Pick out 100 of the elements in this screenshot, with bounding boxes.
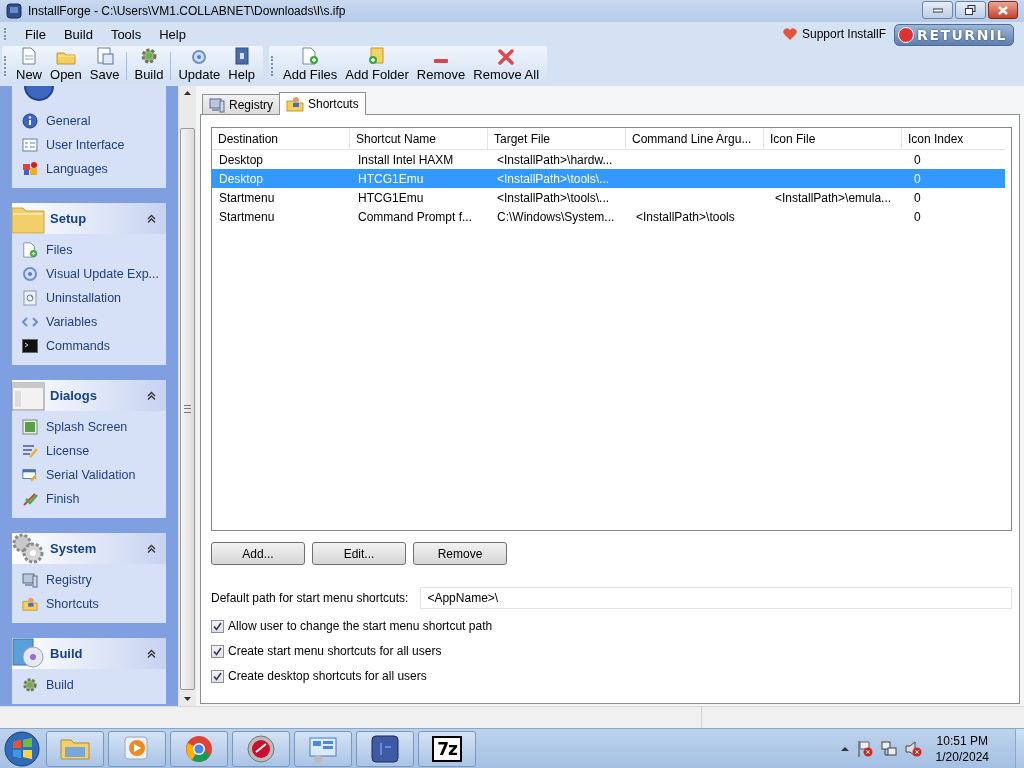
sidebar-item[interactable]: Commands bbox=[12, 334, 166, 358]
close-icon bbox=[998, 5, 1008, 15]
terminal-icon bbox=[22, 339, 38, 353]
gears-icon bbox=[11, 532, 45, 564]
toolbar-button[interactable]: Build bbox=[130, 48, 168, 84]
menu-item[interactable]: File bbox=[16, 26, 55, 42]
sidebar-item[interactable]: Finish bbox=[12, 487, 166, 511]
sidebar-item[interactable]: Visual Update Exp... bbox=[12, 262, 166, 286]
sidebar-item[interactable]: Shortcuts bbox=[12, 592, 166, 616]
show-hidden-icons-icon[interactable] bbox=[839, 744, 850, 753]
checkbox[interactable] bbox=[211, 669, 224, 683]
close-button[interactable] bbox=[988, 1, 1018, 19]
support-link[interactable]: Support InstallF bbox=[801, 27, 886, 41]
table-cell-text: 0 bbox=[913, 171, 922, 186]
toolbar-button[interactable]: Update bbox=[174, 48, 225, 84]
column-header[interactable]: Destination bbox=[212, 128, 350, 149]
taskbar-button[interactable] bbox=[170, 730, 228, 767]
app-icon bbox=[6, 3, 22, 19]
taskbar-button[interactable] bbox=[232, 730, 290, 767]
computer-icon bbox=[22, 572, 38, 588]
sidebar-item[interactable]: Build bbox=[12, 673, 166, 697]
gear-icon bbox=[22, 676, 38, 694]
checkbox[interactable] bbox=[211, 619, 224, 633]
sidebar-item[interactable]: Splash Screen bbox=[12, 415, 166, 439]
column-header[interactable]: Shortcut Name bbox=[350, 128, 488, 149]
checkbox-label: Allow user to change the start menu shortcut path bbox=[228, 619, 493, 633]
computer-icon bbox=[209, 96, 225, 113]
column-header[interactable]: Icon Index bbox=[902, 128, 1024, 149]
sidebar-item[interactable]: Variables bbox=[12, 310, 166, 334]
app-tile-icon bbox=[369, 732, 401, 765]
table-cell-text: Startmenu bbox=[218, 190, 276, 205]
sidebar-item[interactable]: General bbox=[12, 109, 166, 133]
sidebar-item[interactable]: Uninstallation bbox=[12, 286, 166, 310]
menu-item[interactable]: Help bbox=[150, 26, 195, 42]
table-cell-text: Desktop bbox=[218, 152, 265, 167]
toolbar-button[interactable]: Help bbox=[224, 48, 260, 84]
checkmark-icon bbox=[213, 621, 222, 631]
checkbox-label: Create desktop shortcuts for all users bbox=[228, 669, 427, 683]
flag-warning-icon[interactable] bbox=[855, 739, 874, 758]
tab[interactable]: Shortcuts bbox=[279, 92, 366, 115]
scrollbar-thumb[interactable] bbox=[180, 128, 195, 690]
sidebar-item[interactable]: Languages bbox=[12, 157, 166, 181]
restore-button[interactable] bbox=[955, 1, 986, 19]
cross-icon bbox=[498, 49, 515, 65]
gear-icon bbox=[139, 47, 158, 65]
tab[interactable]: Registry bbox=[202, 94, 280, 114]
checkmark-icon bbox=[213, 671, 222, 681]
picture-frame-icon bbox=[22, 419, 38, 435]
disc-icon bbox=[11, 637, 45, 669]
checkbox[interactable] bbox=[211, 644, 224, 658]
check-icon bbox=[22, 491, 38, 507]
toolbar-button[interactable]: New bbox=[12, 48, 46, 84]
table-cell-text: <InstallPath>\emula... bbox=[774, 190, 893, 205]
menu-item[interactable]: Tools bbox=[101, 26, 151, 42]
toolbar-button[interactable]: Open bbox=[46, 48, 86, 84]
sidebar-item[interactable]: License bbox=[12, 439, 166, 463]
table-cell-text: 0 bbox=[913, 190, 922, 205]
user-folder-icon bbox=[286, 96, 304, 112]
clock[interactable]: 10:51 PM 1/20/2024 bbox=[935, 732, 989, 765]
action-button[interactable]: Add... bbox=[211, 542, 305, 565]
sidebar-item[interactable]: Files bbox=[12, 238, 166, 262]
sidebar-item[interactable]: Serial Validation bbox=[12, 463, 166, 487]
group-header[interactable]: Setup bbox=[12, 203, 166, 234]
form-icon bbox=[22, 138, 38, 152]
toolbar-button[interactable]: Add Files bbox=[279, 48, 342, 84]
action-button[interactable]: Edit... bbox=[312, 542, 406, 565]
toolbar-button[interactable]: Save bbox=[85, 48, 124, 84]
table-cell-text: HTCG1Emu bbox=[357, 171, 425, 186]
start-orb-icon[interactable] bbox=[2, 729, 42, 768]
network-icon[interactable] bbox=[879, 739, 898, 758]
input-field[interactable]: <AppName>\ bbox=[420, 587, 1012, 609]
toolbar-button[interactable]: Add Folder bbox=[341, 48, 413, 84]
window-icon bbox=[11, 381, 45, 411]
group-header[interactable]: System bbox=[12, 533, 166, 564]
toolbar-button[interactable]: Remove All bbox=[469, 48, 544, 84]
table-cell-text: <InstallPath>\tools\... bbox=[496, 171, 611, 186]
taskbar-button[interactable]: 7z bbox=[418, 730, 476, 767]
minimize-icon bbox=[932, 7, 943, 13]
sidebar-item[interactable]: Registry bbox=[12, 568, 166, 592]
column-header[interactable]: Command Line Argu... bbox=[626, 128, 764, 149]
action-button[interactable]: Remove bbox=[413, 542, 507, 565]
table-cell-text: Startmenu bbox=[218, 209, 276, 224]
table-cell-text: 0 bbox=[913, 209, 922, 224]
checkmark-icon bbox=[213, 646, 222, 656]
table-cell-text: <InstallPath>\tools\... bbox=[496, 190, 611, 205]
add-file-icon bbox=[301, 47, 320, 65]
toolbar-button[interactable]: Remove bbox=[412, 48, 470, 84]
speaker-muted-icon[interactable] bbox=[903, 739, 922, 758]
taskbar-button[interactable] bbox=[356, 730, 414, 767]
sidebar-item[interactable]: User Interface bbox=[12, 133, 166, 157]
update-icon bbox=[22, 266, 38, 282]
disc-icon bbox=[245, 732, 277, 765]
column-header[interactable]: Icon File bbox=[764, 128, 902, 149]
column-header[interactable]: Target File bbox=[488, 128, 626, 149]
group-header[interactable]: Build bbox=[12, 638, 166, 669]
uninstall-icon bbox=[22, 290, 38, 306]
menu-item[interactable]: Build bbox=[54, 26, 102, 42]
info-icon bbox=[24, 86, 54, 102]
group-header[interactable]: Dialogs bbox=[12, 380, 166, 411]
table-cell-text: 0 bbox=[913, 152, 922, 167]
